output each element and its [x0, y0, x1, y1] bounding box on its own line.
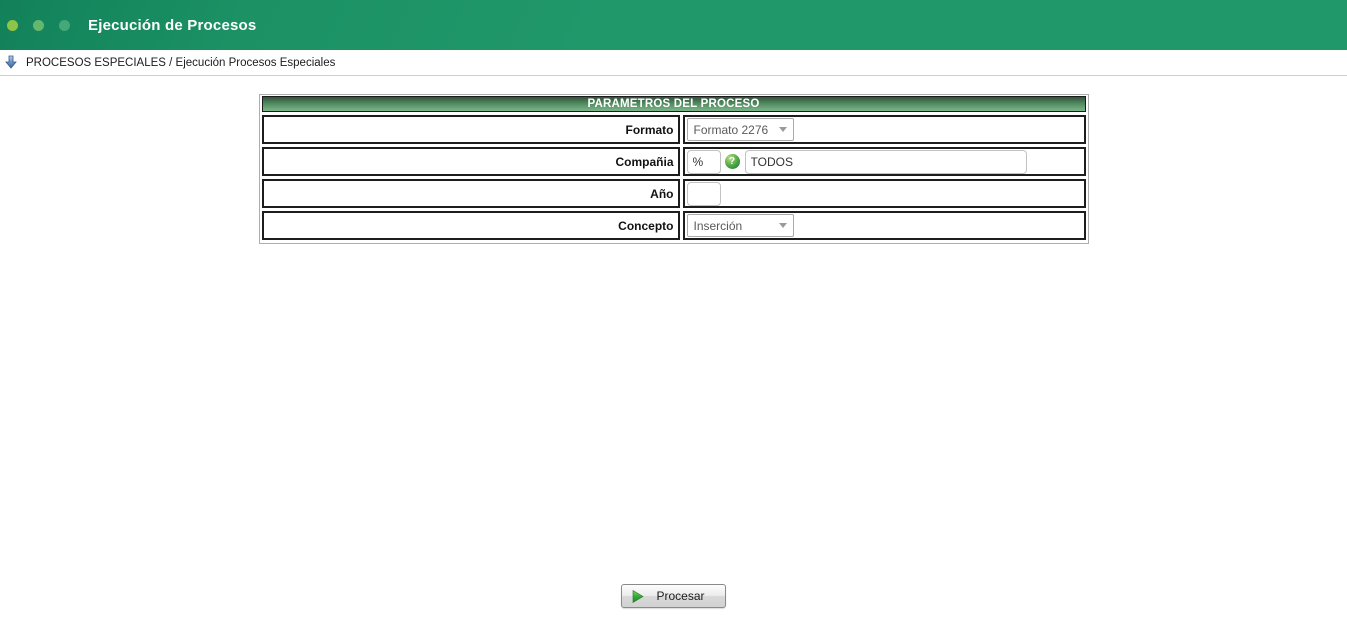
process-button[interactable]: Procesar: [621, 584, 726, 608]
page-title: Ejecución de Procesos: [88, 16, 257, 34]
app-header: Ejecución de Procesos: [0, 0, 1347, 50]
chevron-down-icon: [778, 223, 787, 228]
compania-wildcard-input[interactable]: [686, 149, 721, 174]
actions-bar: Procesar: [0, 584, 1347, 608]
help-icon[interactable]: ?: [724, 154, 740, 169]
parameters-table-title: PARAMETROS DEL PROCESO: [261, 96, 1086, 112]
formato-select[interactable]: Formato 2276: [686, 118, 794, 141]
formato-field-cell: Formato 2276: [682, 115, 1086, 144]
chevron-down-icon: [778, 127, 787, 132]
table-row-anio: Año: [261, 179, 1086, 208]
header-dot-icon: [7, 20, 18, 31]
formato-select-value: Formato 2276: [693, 122, 769, 137]
header-dot-icon: [33, 20, 44, 31]
header-dot-icon: [59, 20, 70, 31]
table-row-concepto: Concepto Inserción: [261, 211, 1086, 240]
concepto-select[interactable]: Inserción: [686, 214, 794, 237]
anio-input[interactable]: [686, 181, 721, 206]
anio-label: Año: [261, 179, 680, 208]
breadcrumb: PROCESOS ESPECIALES / Ejecución Procesos…: [26, 56, 336, 69]
header-dots: [7, 20, 70, 31]
concepto-label: Concepto: [261, 211, 680, 240]
formato-label: Formato: [261, 115, 680, 144]
anio-field-cell: [682, 179, 1086, 208]
compania-label: Compañia: [261, 147, 680, 176]
down-arrow-icon[interactable]: [4, 55, 18, 70]
play-icon: [632, 589, 645, 603]
process-button-label: Procesar: [656, 589, 705, 603]
breadcrumb-bar: PROCESOS ESPECIALES / Ejecución Procesos…: [0, 50, 1347, 76]
compania-field-cell: ?: [682, 147, 1086, 176]
table-row-compania: Compañia ?: [261, 147, 1086, 176]
compania-name-input[interactable]: [744, 149, 1027, 174]
table-row-formato: Formato Formato 2276: [261, 115, 1086, 144]
concepto-select-value: Inserción: [693, 218, 743, 233]
concepto-field-cell: Inserción: [682, 211, 1086, 240]
parameters-table: PARAMETROS DEL PROCESO Formato Formato 2…: [258, 94, 1089, 244]
